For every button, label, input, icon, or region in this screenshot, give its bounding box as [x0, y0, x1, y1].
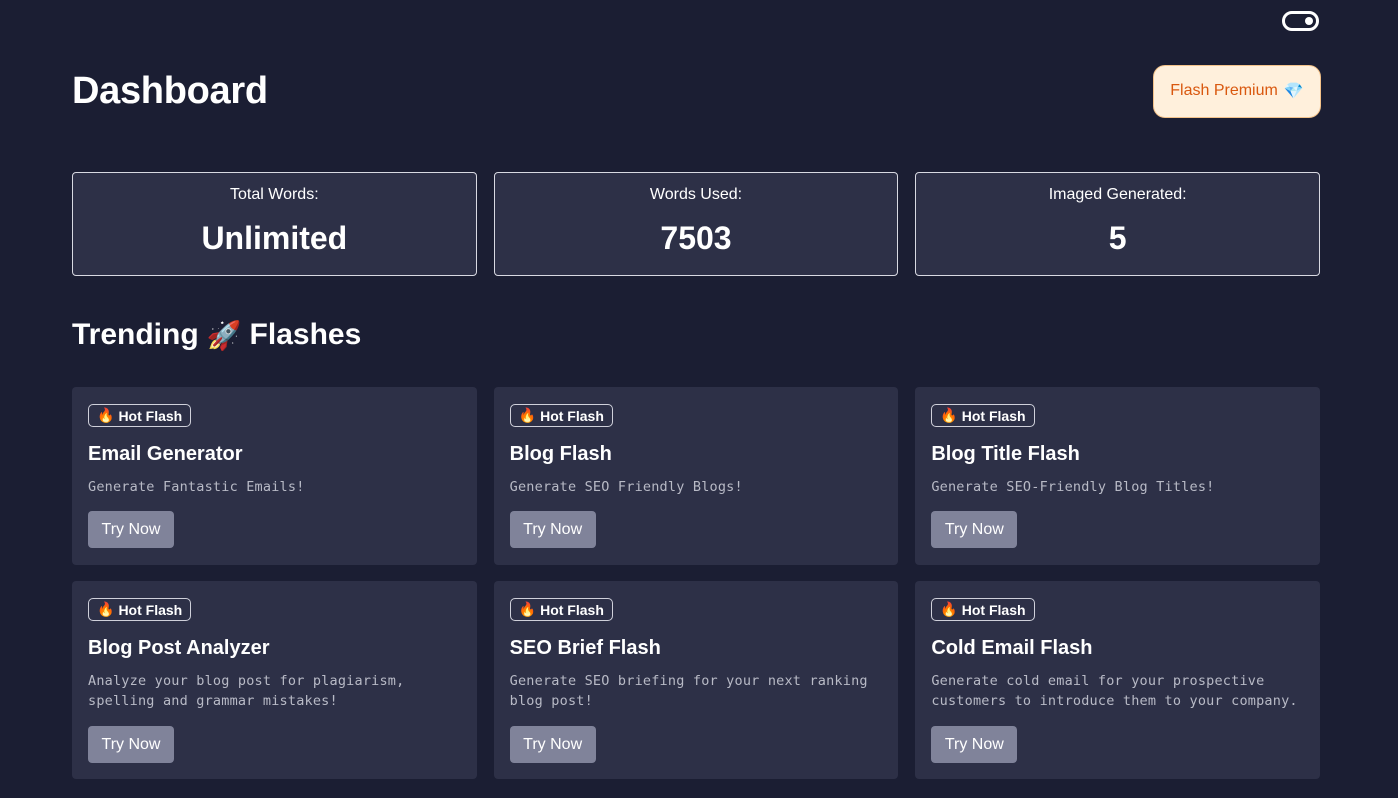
premium-label: Flash Premium — [1170, 82, 1278, 99]
flash-card-seo-brief-flash: 🔥 Hot Flash SEO Brief Flash Generate SEO… — [493, 581, 899, 779]
try-now-button[interactable]: Try Now — [931, 726, 1018, 763]
try-now-button[interactable]: Try Now — [88, 726, 174, 763]
hot-flash-badge: 🔥 Hot Flash — [88, 404, 192, 427]
rocket-icon: 🚀 — [206, 319, 242, 351]
try-now-button[interactable]: Try Now — [88, 511, 174, 548]
flash-card-cold-email-flash: 🔥 Hot Flash Cold Email Flash Generate co… — [915, 581, 1320, 779]
badge-label: Hot Flash — [118, 601, 183, 618]
flash-card-email-generator: 🔥 Hot Flash Email Generator Generate Fan… — [72, 387, 477, 565]
card-description: Generate SEO Friendly Blogs! — [509, 479, 743, 495]
badge-label: Hot Flash — [961, 407, 1026, 424]
stat-label: Imaged Generated: — [1048, 186, 1187, 203]
stat-card-total-words: Total Words: Unlimited — [72, 172, 477, 276]
fire-icon: 🔥 — [518, 407, 537, 423]
gem-icon: 💎 — [1283, 83, 1304, 100]
fire-icon: 🔥 — [97, 601, 115, 617]
hot-flash-badge: 🔥 Hot Flash — [88, 598, 192, 621]
try-now-button[interactable]: Try Now — [509, 726, 596, 763]
fire-icon: 🔥 — [97, 407, 115, 423]
card-description: Generate Fantastic Emails! — [88, 479, 305, 495]
hot-flash-badge: 🔥 Hot Flash — [931, 404, 1035, 427]
badge-label: Hot Flash — [540, 601, 604, 618]
card-title: Blog Title Flash — [931, 443, 1080, 465]
stat-card-words-used: Words Used: 7503 — [493, 172, 899, 276]
trending-title-text: Trending — [72, 318, 199, 351]
stat-label: Words Used: — [649, 186, 743, 203]
fire-icon: 🔥 — [940, 407, 958, 423]
badge-label: Hot Flash — [540, 407, 604, 424]
hot-flash-badge: 🔥 Hot Flash — [509, 598, 613, 621]
hot-flash-badge: 🔥 Hot Flash — [509, 404, 613, 427]
card-description: Generate SEO-Friendly Blog Titles! — [931, 479, 1215, 495]
badge-label: Hot Flash — [961, 601, 1026, 618]
trending-title: Trending 🚀 Flashes — [72, 318, 361, 352]
card-description: Generate SEO briefing for your next rank… — [509, 673, 868, 709]
toggle-knob — [1305, 17, 1313, 25]
fire-icon: 🔥 — [518, 601, 537, 617]
card-title: SEO Brief Flash — [509, 637, 661, 659]
fire-icon: 🔥 — [940, 601, 958, 617]
try-now-button[interactable]: Try Now — [931, 511, 1018, 548]
try-now-button[interactable]: Try Now — [509, 511, 596, 548]
flash-premium-button[interactable]: Flash Premium 💎 — [1153, 64, 1321, 118]
badge-label: Hot Flash — [118, 407, 183, 424]
stat-value: 5 — [1108, 220, 1127, 256]
dashboard-page: Dashboard Flash Premium 💎 Total Words: U… — [0, 0, 1398, 798]
flash-card-blog-title-flash: 🔥 Hot Flash Blog Title Flash Generate SE… — [915, 387, 1320, 565]
stat-value: Unlimited — [201, 220, 348, 256]
page-title: Dashboard — [72, 69, 268, 112]
trending-title-text: Flashes — [249, 318, 362, 351]
stat-value: 7503 — [660, 220, 732, 256]
stat-label: Total Words: — [230, 186, 319, 203]
card-title: Blog Post Analyzer — [88, 637, 270, 659]
card-description: Generate cold email for your prospective… — [931, 673, 1298, 709]
card-title: Cold Email Flash — [931, 637, 1093, 659]
stats-row: Total Words: Unlimited Words Used: 7503 … — [72, 172, 1321, 276]
stat-card-images-generated: Imaged Generated: 5 — [915, 172, 1321, 276]
card-description: Analyze your blog post for plagiarism, s… — [88, 673, 405, 709]
hot-flash-badge: 🔥 Hot Flash — [931, 598, 1035, 621]
theme-toggle[interactable] — [1282, 11, 1319, 31]
flash-grid: 🔥 Hot Flash Email Generator Generate Fan… — [72, 387, 1320, 779]
card-title: Blog Flash — [509, 443, 612, 465]
flash-card-blog-flash: 🔥 Hot Flash Blog Flash Generate SEO Frie… — [493, 387, 899, 565]
flash-card-blog-post-analyzer: 🔥 Hot Flash Blog Post Analyzer Analyze y… — [72, 581, 477, 779]
card-title: Email Generator — [88, 443, 243, 465]
page-header: Dashboard Flash Premium 💎 — [72, 64, 1321, 118]
